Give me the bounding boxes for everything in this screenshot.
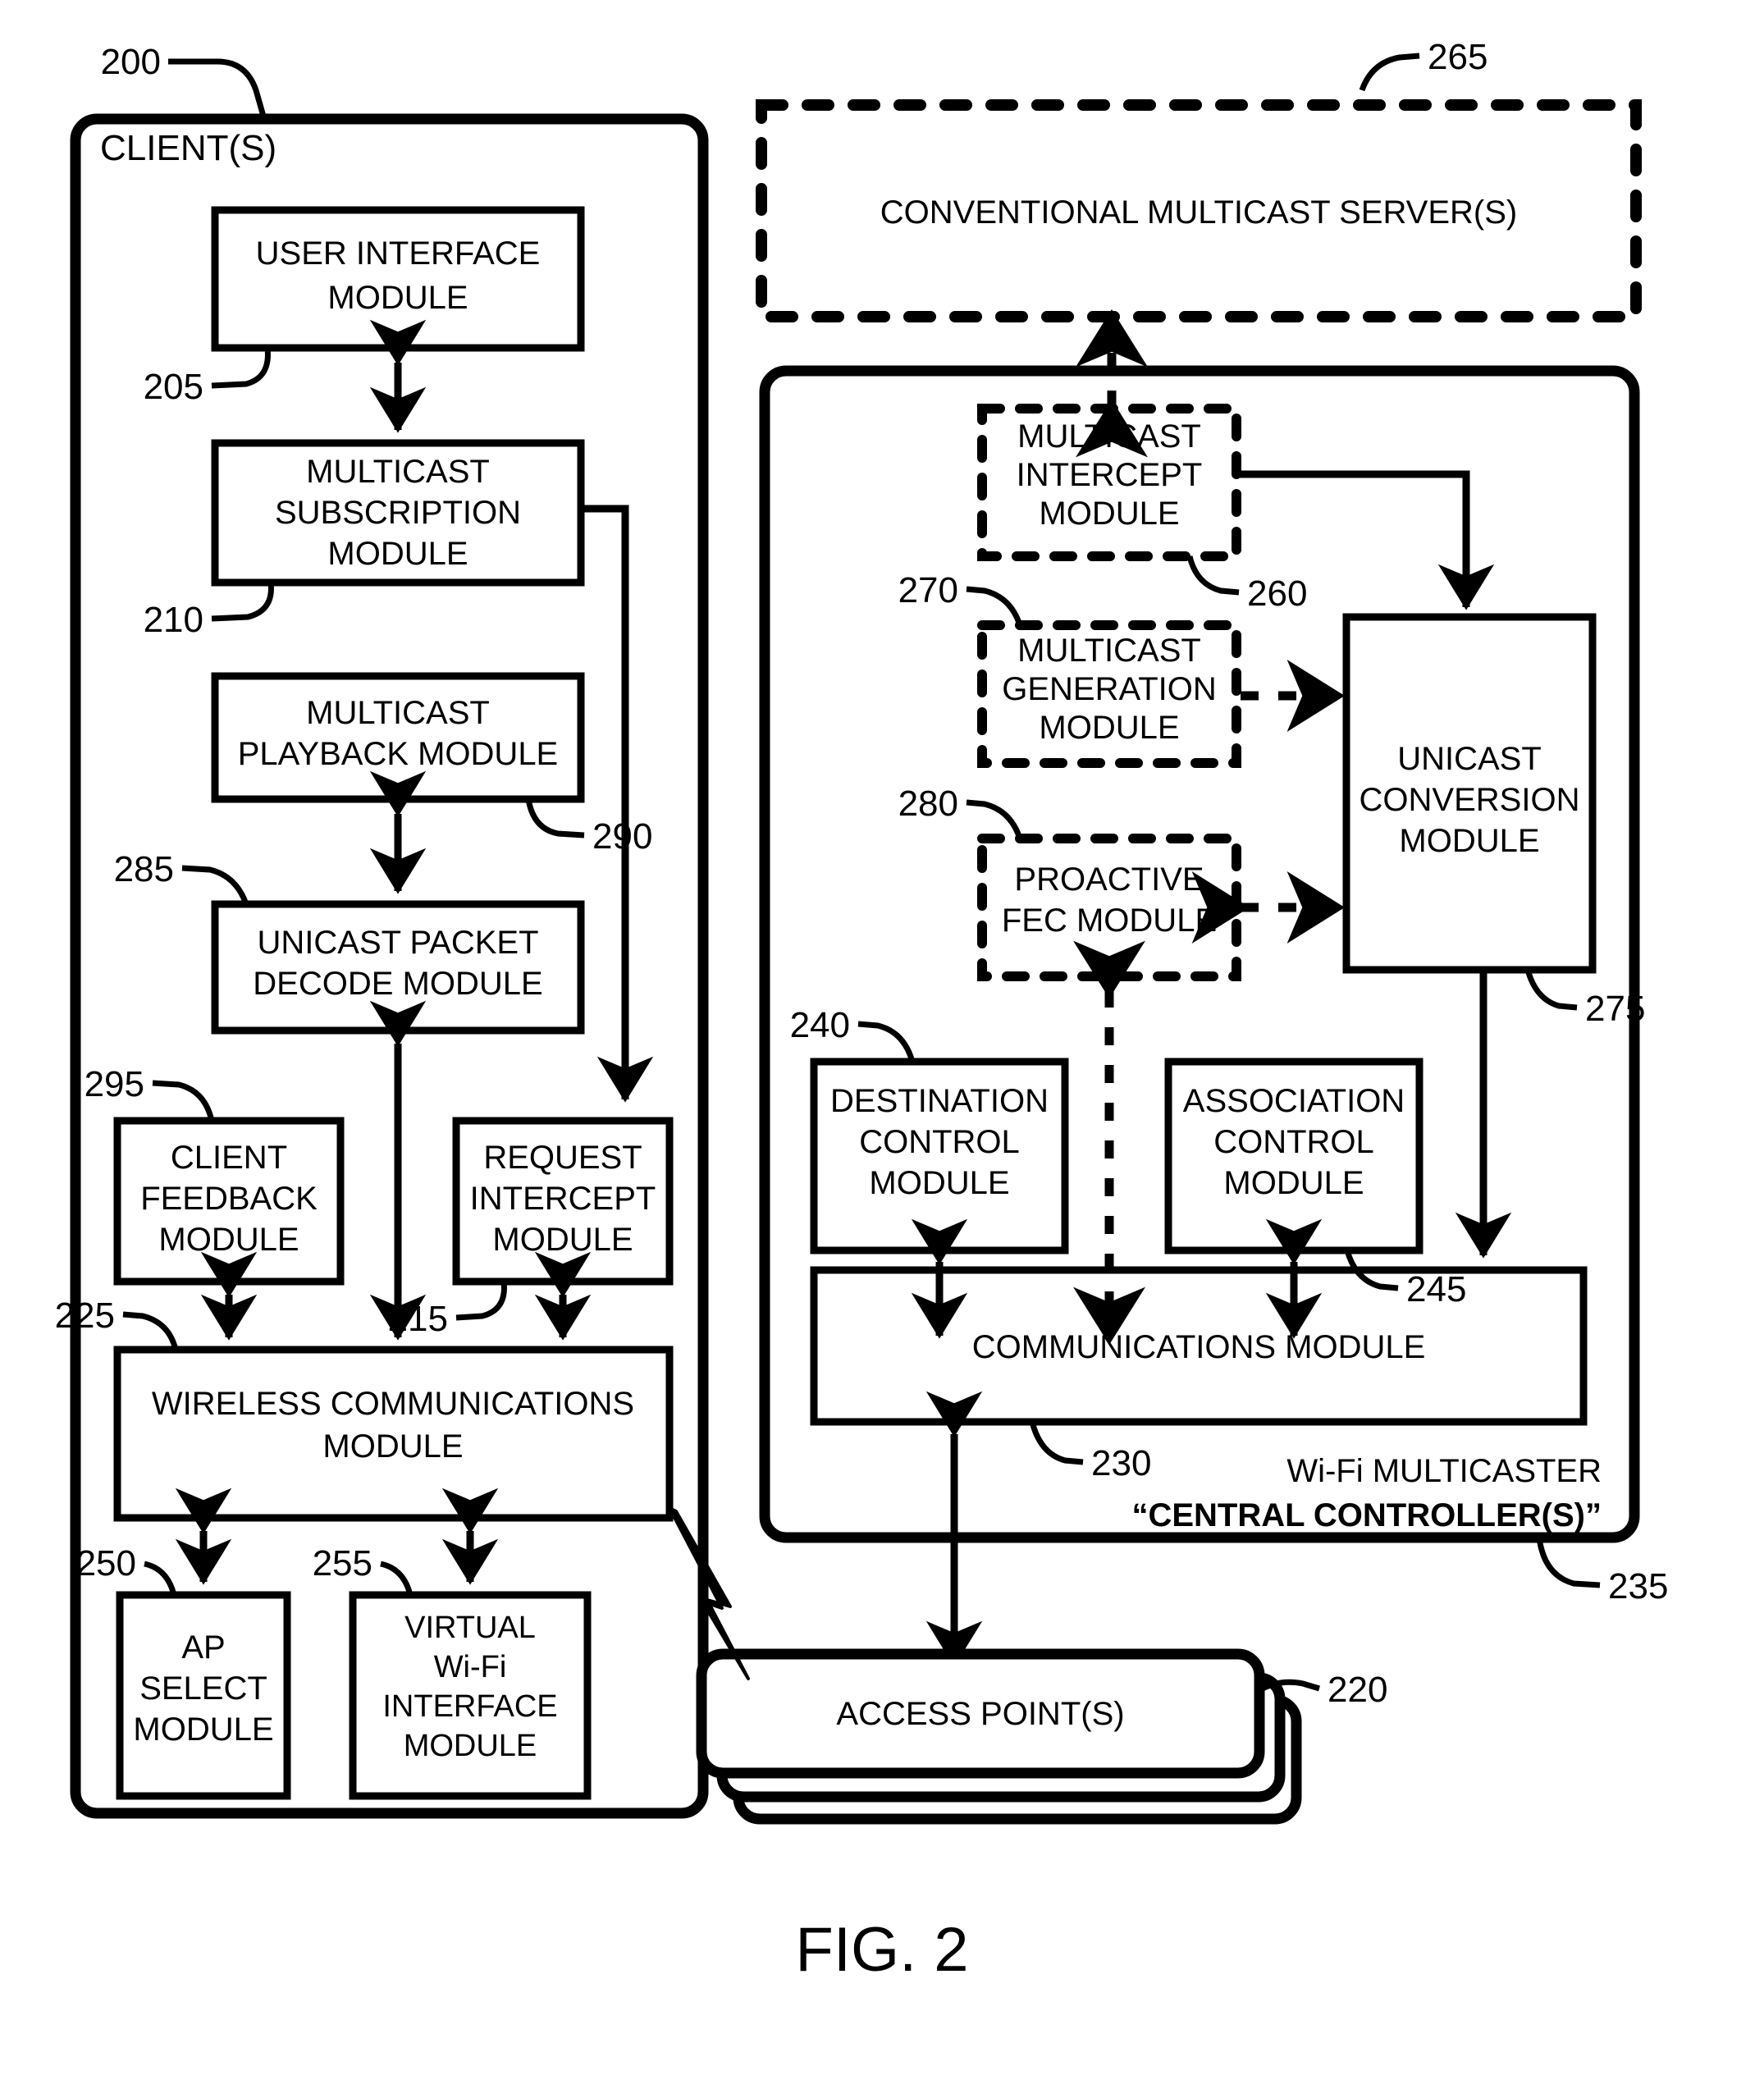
- controller-panel-title-1: Wi-Fi MULTICASTER: [1286, 1453, 1602, 1489]
- virtual-wifi-interface-module-label-3: INTERFACE: [382, 1689, 557, 1724]
- ref-245: 245: [1406, 1269, 1466, 1309]
- unicast-conversion-module-label-3: MODULE: [1399, 823, 1539, 859]
- ref-200: 200: [101, 42, 161, 82]
- patent-figure-svg: 200 CLIENT(S) USER INTERFACE MODULE 205 …: [0, 0, 1764, 2093]
- ref-225: 225: [55, 1296, 115, 1336]
- multicast-subscription-module-label-2: SUBSCRIPTION: [275, 495, 521, 531]
- ref-210: 210: [144, 600, 203, 640]
- destination-control-module-label-3: MODULE: [869, 1165, 1009, 1201]
- ref-235: 235: [1608, 1566, 1668, 1606]
- destination-control-module-label-1: DESTINATION: [830, 1083, 1049, 1119]
- ref-220: 220: [1328, 1670, 1387, 1710]
- ref-255: 255: [313, 1543, 372, 1583]
- request-intercept-module-label-1: REQUEST: [483, 1140, 642, 1176]
- unicast-conversion-module-label-1: UNICAST: [1397, 741, 1542, 777]
- ref-230: 230: [1091, 1443, 1151, 1483]
- virtual-wifi-interface-module-label-2: Wi-Fi: [434, 1650, 507, 1684]
- association-control-module-label-1: ASSOCIATION: [1183, 1083, 1405, 1119]
- association-control-module-label-3: MODULE: [1223, 1165, 1364, 1201]
- proactive-fec-module-label-2: FEC MODULE: [1002, 903, 1217, 939]
- figure-canvas: 200 CLIENT(S) USER INTERFACE MODULE 205 …: [0, 0, 1764, 2093]
- controller-panel-title-2: “CENTRAL CONTROLLER(S)”: [1131, 1497, 1602, 1533]
- virtual-wifi-interface-module-label-1: VIRTUAL: [404, 1611, 536, 1645]
- association-control-module-label-2: CONTROL: [1213, 1124, 1374, 1160]
- client-feedback-module-label-2: FEEDBACK: [140, 1181, 318, 1217]
- user-interface-module-label-1: USER INTERFACE: [256, 235, 541, 272]
- multicast-playback-module-label-2: PLAYBACK MODULE: [238, 736, 559, 772]
- ap-select-module-label-3: MODULE: [133, 1711, 273, 1748]
- request-intercept-module-label-3: MODULE: [492, 1222, 633, 1258]
- unicast-packet-decode-module-label-1: UNICAST PACKET: [257, 925, 538, 961]
- multicast-intercept-module-label-2: INTERCEPT: [1017, 457, 1203, 493]
- ref-260: 260: [1247, 574, 1307, 614]
- figure-caption: FIG. 2: [795, 1915, 968, 1985]
- wireless-communications-module-label-1: WIRELESS COMMUNICATIONS: [152, 1386, 634, 1422]
- ref-265: 265: [1428, 37, 1488, 77]
- ref-295: 295: [85, 1064, 144, 1104]
- unicast-packet-decode-module-label-2: DECODE MODULE: [253, 966, 542, 1002]
- access-points-label: ACCESS POINT(S): [836, 1696, 1124, 1732]
- multicast-playback-module-label-1: MULTICAST: [306, 695, 490, 731]
- client-feedback-module-label-1: CLIENT: [171, 1140, 287, 1176]
- ref-270: 270: [898, 570, 958, 610]
- multicast-intercept-module-label-3: MODULE: [1039, 496, 1179, 532]
- multicast-subscription-module-label-3: MODULE: [327, 536, 468, 572]
- unicast-conversion-module-label-2: CONVERSION: [1360, 782, 1580, 818]
- destination-control-module-label-2: CONTROL: [859, 1124, 1020, 1160]
- multicast-subscription-module-label-1: MULTICAST: [306, 454, 490, 490]
- ref-275: 275: [1585, 989, 1645, 1029]
- user-interface-module-label-2: MODULE: [327, 280, 468, 316]
- communications-module-label: COMMUNICATIONS MODULE: [972, 1329, 1426, 1365]
- multicast-generation-module-label-3: MODULE: [1039, 710, 1179, 746]
- ref-250: 250: [76, 1543, 136, 1583]
- client-panel-title: CLIENT(S): [100, 128, 276, 168]
- ap-select-module-label-1: AP: [181, 1629, 225, 1666]
- client-feedback-module-label-3: MODULE: [158, 1222, 299, 1258]
- ap-select-module-label-2: SELECT: [139, 1670, 267, 1707]
- virtual-wifi-interface-module-label-4: MODULE: [404, 1729, 537, 1763]
- request-intercept-module-label-2: INTERCEPT: [470, 1181, 656, 1217]
- server-panel-label: CONVENTIONAL MULTICAST SERVER(S): [880, 194, 1517, 231]
- ref-285: 285: [114, 849, 174, 889]
- multicast-generation-module-label-2: GENERATION: [1002, 671, 1217, 707]
- proactive-fec-module-label-1: PROACTIVE: [1014, 861, 1204, 898]
- wireless-communications-module-label-2: MODULE: [322, 1428, 463, 1465]
- multicast-intercept-module-label-1: MULTICAST: [1017, 418, 1201, 455]
- ref-280: 280: [898, 784, 958, 824]
- multicast-generation-module-label-1: MULTICAST: [1017, 633, 1201, 669]
- ref-205: 205: [144, 367, 203, 407]
- ref-240: 240: [790, 1005, 850, 1045]
